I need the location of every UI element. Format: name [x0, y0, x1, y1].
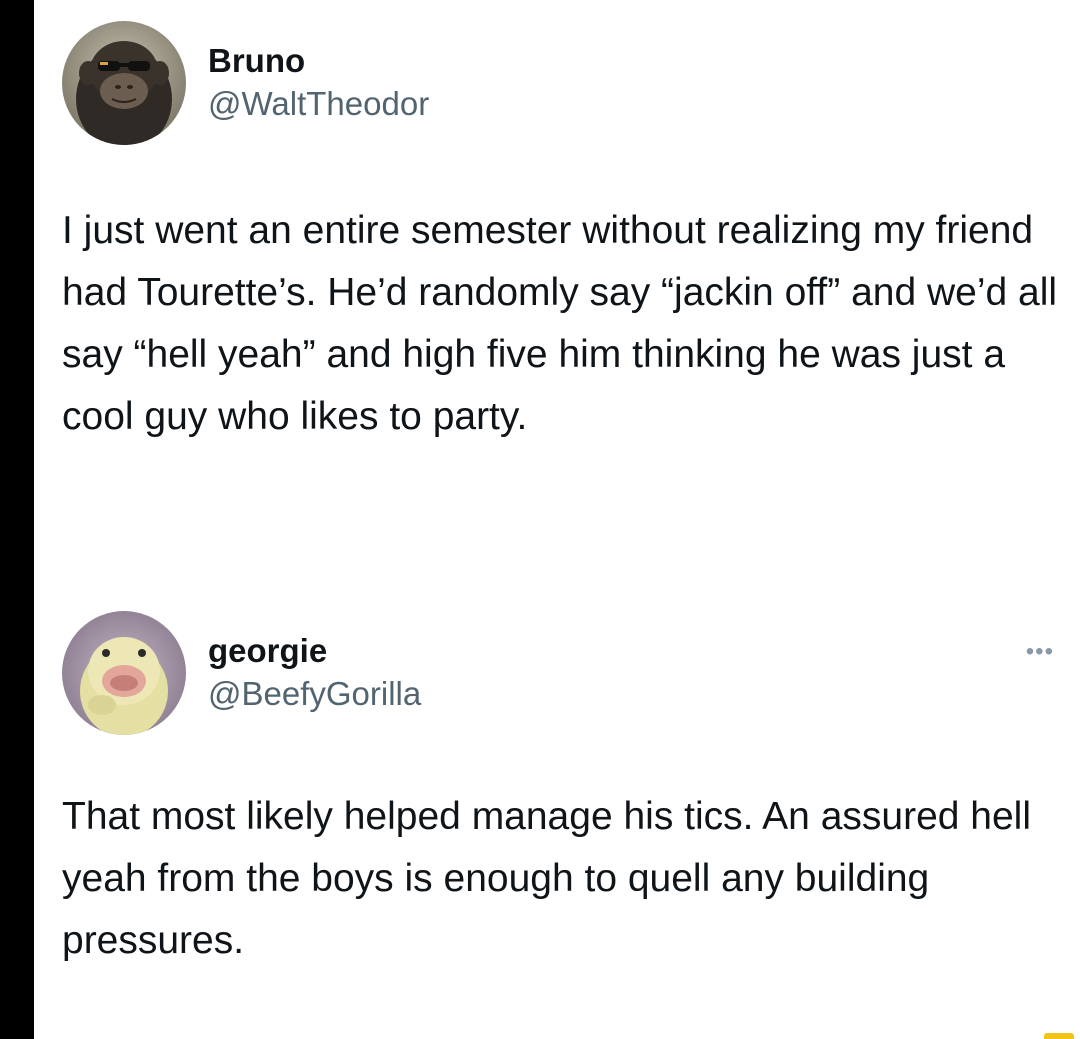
tweet-header: Bruno @WaltTheodor — [62, 18, 1080, 148]
tweet-bruno: Bruno @WaltTheodor I just went an entire… — [62, 18, 1080, 448]
tweet-georgie: georgie @BeefyGorilla ••• That most like… — [62, 608, 1080, 972]
chimp-with-sunglasses-avatar[interactable] — [62, 21, 186, 145]
duckling-avatar-icon — [62, 611, 186, 735]
tweet-text: That most likely helped manage his tics.… — [62, 795, 1032, 962]
duckling-avatar[interactable] — [62, 611, 186, 735]
more-options-icon[interactable]: ••• — [1026, 638, 1054, 666]
left-edge-bar — [0, 0, 34, 1039]
display-name[interactable]: Bruno — [208, 40, 429, 82]
user-handle[interactable]: @BeefyGorilla — [208, 672, 421, 716]
author-names: Bruno @WaltTheodor — [208, 40, 429, 126]
corner-mark — [1044, 1033, 1074, 1039]
tweet-header: georgie @BeefyGorilla ••• — [62, 608, 1080, 738]
screenshot-page: Bruno @WaltTheodor I just went an entire… — [0, 0, 1080, 1039]
tweet-text: I just went an entire semester without r… — [62, 209, 1058, 438]
user-handle[interactable]: @WaltTheodor — [208, 82, 429, 126]
author-names: georgie @BeefyGorilla — [208, 630, 421, 716]
display-name[interactable]: georgie — [208, 630, 421, 672]
chimp-avatar-icon — [62, 21, 186, 145]
